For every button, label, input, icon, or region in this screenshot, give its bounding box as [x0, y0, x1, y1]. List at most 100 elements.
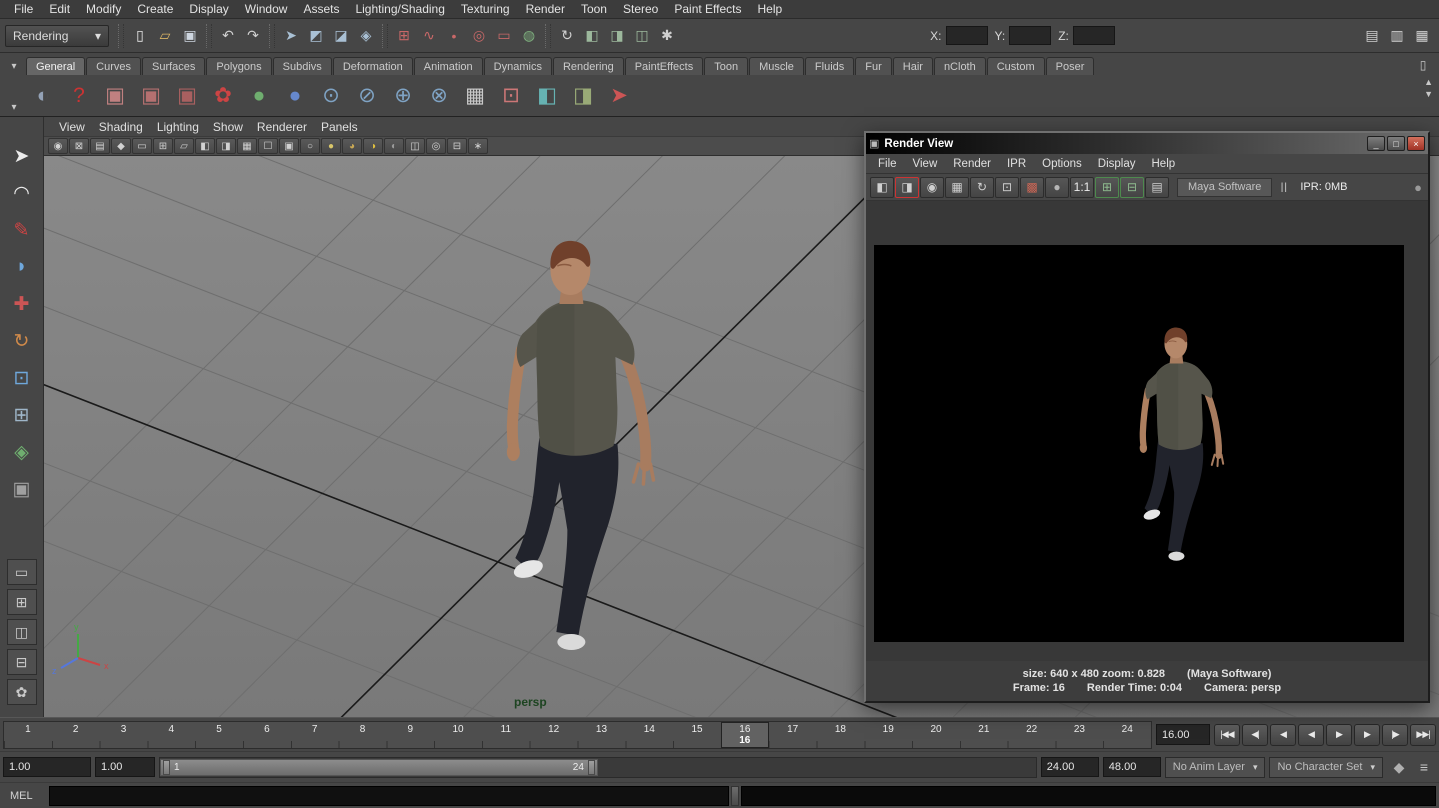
shelf-tab[interactable]: Dynamics: [484, 57, 552, 75]
shelf-tab[interactable]: Custom: [987, 57, 1045, 75]
current-time-field[interactable]: 16.00: [1156, 724, 1210, 745]
camera-icon[interactable]: ▣: [98, 79, 132, 113]
shelf-tabs-menu-icon[interactable]: ▾: [6, 61, 22, 72]
play-forward-button[interactable]: ▶: [1326, 724, 1352, 746]
menu-item[interactable]: File: [6, 0, 41, 18]
character-set-selector[interactable]: No Character Set▾: [1269, 757, 1383, 778]
layout-single-pane-icon[interactable]: ▭: [7, 559, 37, 585]
render-view-menu-item[interactable]: Help: [1144, 158, 1184, 170]
wireframe-mode-icon[interactable]: ○: [300, 138, 320, 154]
shelf-tab[interactable]: Rendering: [553, 57, 624, 75]
redo-previous-render-icon[interactable]: ◨: [895, 177, 919, 198]
select-by-hierarchy-icon[interactable]: ➤: [279, 24, 303, 48]
select-camera-icon[interactable]: ◉: [48, 138, 68, 154]
render-view-menu-item[interactable]: Options: [1034, 158, 1090, 170]
render-current-frame-icon[interactable]: ◧: [870, 177, 894, 198]
layout-four-pane-icon[interactable]: ⊞: [7, 589, 37, 615]
range-start-handle[interactable]: [163, 760, 170, 775]
render-globe-icon[interactable]: ◐: [26, 79, 60, 113]
resolution-gate-icon[interactable]: ◧: [195, 138, 215, 154]
select-by-object-icon[interactable]: ◩: [304, 24, 328, 48]
texture-cube-icon[interactable]: ◧: [530, 79, 564, 113]
hypergraph-node-icon[interactable]: ⊙: [314, 79, 348, 113]
pause-ipr-icon[interactable]: ||: [1274, 182, 1294, 193]
playback-range-bar[interactable]: 1 24: [160, 759, 598, 776]
redo-icon[interactable]: ↷: [241, 24, 265, 48]
menu-item[interactable]: Help: [750, 0, 791, 18]
component-editor-icon[interactable]: ▦: [458, 79, 492, 113]
menu-item[interactable]: Edit: [41, 0, 78, 18]
go-to-start-button[interactable]: |◀◀: [1214, 724, 1240, 746]
menu-item[interactable]: Toon: [573, 0, 615, 18]
help-question-icon[interactable]: ?: [62, 79, 96, 113]
ipr-render-icon[interactable]: ▦: [945, 177, 969, 198]
new-scene-icon[interactable]: ▯: [128, 24, 152, 48]
show-manipulator-tool-icon[interactable]: ◈: [5, 435, 39, 469]
ipr-render-icon[interactable]: ◫: [630, 24, 654, 48]
shelf-tab[interactable]: Muscle: [749, 57, 804, 75]
channel-box-toggle-icon[interactable]: ▦: [1410, 24, 1434, 48]
render-view-menu-item[interactable]: Display: [1090, 158, 1144, 170]
menu-item[interactable]: Assets: [295, 0, 347, 18]
field-chart-icon[interactable]: ▦: [237, 138, 257, 154]
heads-up-display-icon[interactable]: ⊟: [447, 138, 467, 154]
save-scene-icon[interactable]: ▣: [178, 24, 202, 48]
remove-image-icon[interactable]: ⊟: [1120, 177, 1144, 198]
shelf-tab[interactable]: Fur: [855, 57, 892, 75]
paint-selection-tool-icon[interactable]: ✎: [5, 213, 39, 247]
share-view-icon[interactable]: ∗: [468, 138, 488, 154]
menu-item[interactable]: Render: [518, 0, 573, 18]
panel-menu-item[interactable]: Shading: [92, 120, 150, 134]
animation-start-field[interactable]: 1.00: [3, 757, 91, 777]
camera-aim-icon[interactable]: ▣: [134, 79, 168, 113]
character-model[interactable]: [507, 241, 654, 650]
snap-to-curve-icon[interactable]: ∿: [417, 24, 441, 48]
layout-persp-outliner-icon[interactable]: ◫: [7, 619, 37, 645]
select-by-component-icon[interactable]: ◪: [329, 24, 353, 48]
shelf-tab[interactable]: nCloth: [934, 57, 986, 75]
safe-action-icon[interactable]: ☐: [258, 138, 278, 154]
panel-menu-item[interactable]: Renderer: [250, 120, 314, 134]
menu-item[interactable]: Stereo: [615, 0, 666, 18]
safe-title-icon[interactable]: ▣: [279, 138, 299, 154]
make-live-icon[interactable]: ◍: [517, 24, 541, 48]
step-back-key-button[interactable]: ◀|: [1242, 724, 1268, 746]
menu-set-selector[interactable]: Rendering ▾: [5, 25, 109, 47]
snapshot-icon[interactable]: ◉: [920, 177, 944, 198]
panel-menu-item[interactable]: View: [52, 120, 92, 134]
step-back-frame-button[interactable]: ◀: [1270, 724, 1296, 746]
render-current-frame-icon[interactable]: ◨: [605, 24, 629, 48]
camera-aim-up-icon[interactable]: ▣: [170, 79, 204, 113]
one-to-one-icon[interactable]: 1:1: [1070, 177, 1094, 198]
set-driven-key-icon[interactable]: ⊡: [494, 79, 528, 113]
playback-start-field[interactable]: 1.00: [95, 757, 155, 777]
y-coordinate-input[interactable]: [1009, 26, 1051, 45]
shelf-tab[interactable]: Curves: [86, 57, 141, 75]
shelf-menu-icon[interactable]: ▾: [6, 102, 22, 113]
render-view-menu-item[interactable]: File: [870, 158, 905, 170]
time-slider[interactable]: 16 1234567891011121314151617181920212223…: [3, 721, 1152, 749]
render-view-menu-item[interactable]: IPR: [999, 158, 1034, 170]
open-scene-icon[interactable]: ▱: [153, 24, 177, 48]
last-tool-icon[interactable]: ▣: [5, 472, 39, 506]
menu-item[interactable]: Paint Effects: [666, 0, 749, 18]
smooth-shade-mode-icon[interactable]: ●: [321, 138, 341, 154]
panel-menu-item[interactable]: Panels: [314, 120, 365, 134]
range-end-handle[interactable]: [588, 760, 595, 775]
command-splitter-handle[interactable]: [731, 786, 739, 806]
render-view-menu-item[interactable]: Render: [945, 158, 999, 170]
menu-item[interactable]: Modify: [78, 0, 129, 18]
shelf-tab[interactable]: Animation: [414, 57, 483, 75]
animation-preferences-icon[interactable]: ≡: [1412, 755, 1436, 779]
node-chain-icon[interactable]: ⊗: [422, 79, 456, 113]
bookmark-icon[interactable]: ◆: [111, 138, 131, 154]
layout-paint-swirl-icon[interactable]: ✿: [7, 679, 37, 705]
menu-item[interactable]: Lighting/Shading: [347, 0, 452, 18]
step-forward-key-button[interactable]: |▶: [1382, 724, 1408, 746]
shelf-tab[interactable]: Toon: [704, 57, 748, 75]
command-input[interactable]: [49, 786, 729, 806]
shelf-tab[interactable]: General: [26, 57, 85, 75]
scroll-down-icon[interactable]: ▼: [1424, 89, 1433, 99]
render-view-menu-item[interactable]: View: [905, 158, 946, 170]
shelf-tab[interactable]: Poser: [1046, 57, 1095, 75]
